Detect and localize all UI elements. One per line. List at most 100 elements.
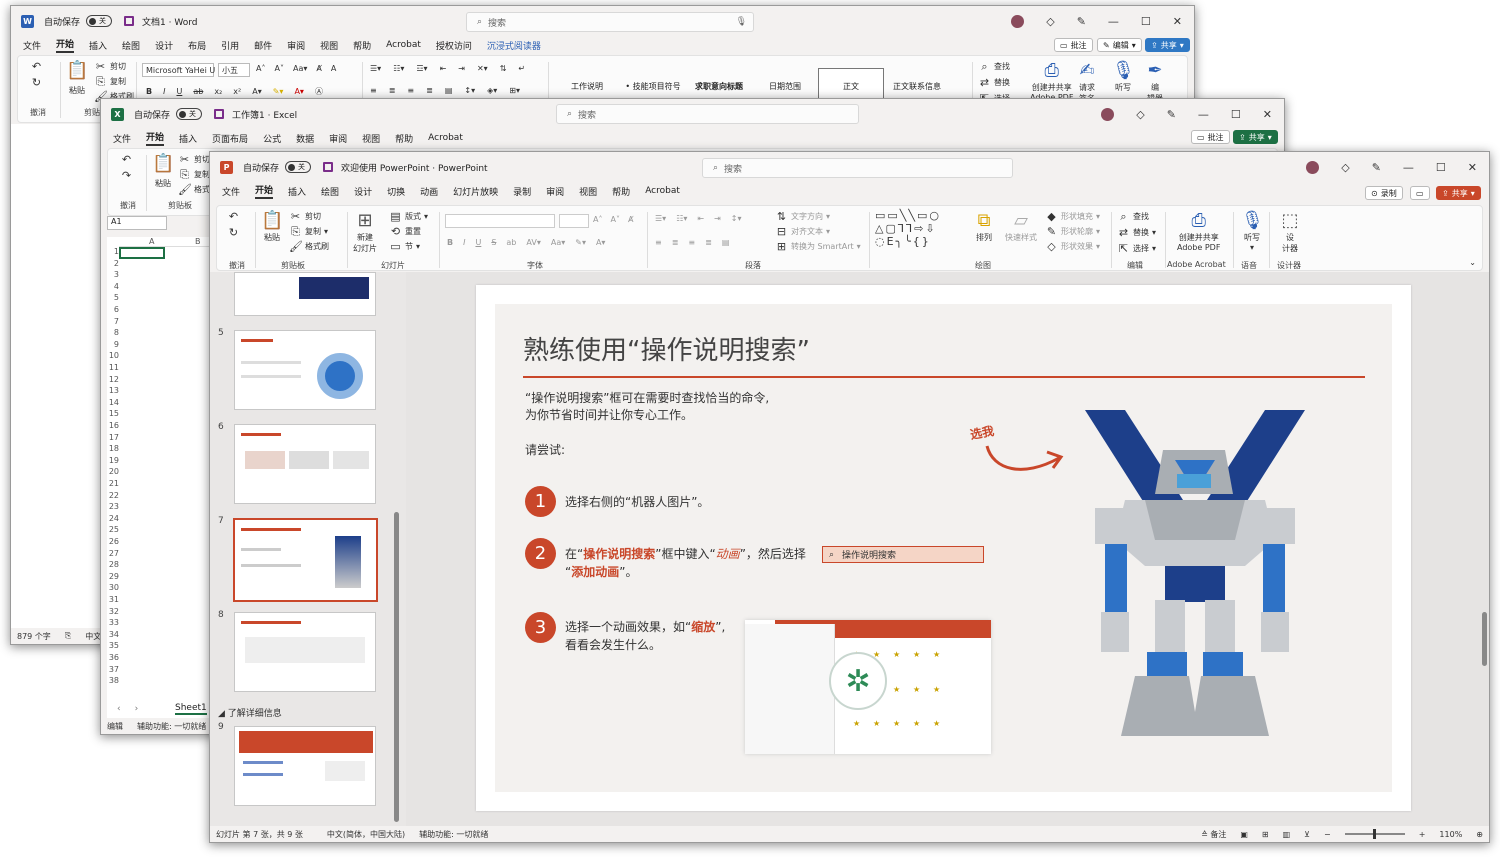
copy-button[interactable]: ⎘ 复制 — [178, 168, 210, 181]
minimize-icon[interactable]: — — [1108, 15, 1119, 28]
slide-title[interactable]: 熟练使用“操作说明搜索” — [523, 330, 810, 367]
align-tools[interactable]: ≡ ≣ ≡ ≣ ▤ — [655, 238, 729, 247]
microphone-icon[interactable]: 🎙 — [736, 17, 747, 27]
row-header-19[interactable]: 19 — [107, 456, 119, 465]
notes-button[interactable]: ≙ 备注 — [1201, 829, 1226, 840]
list-tools[interactable]: ☰▾ ☷▾ ⇤ ⇥ ↕▾ — [655, 214, 742, 223]
tab-word-5[interactable]: 布局 — [188, 39, 206, 52]
section-button[interactable]: ▭ 节 ▾ — [389, 240, 420, 253]
row-header-13[interactable]: 13 — [107, 386, 119, 395]
tab-word-6[interactable]: 引用 — [221, 39, 239, 52]
row-header-2[interactable]: 2 — [107, 259, 119, 268]
minimize-icon[interactable]: — — [1198, 108, 1209, 121]
diamond-icon[interactable]: ◇ — [1341, 161, 1349, 174]
font-size-select[interactable]: 小五 — [218, 63, 250, 77]
row-header-37[interactable]: 37 — [107, 665, 119, 674]
diamond-icon[interactable]: ◇ — [1046, 15, 1054, 28]
step-3-line1[interactable]: 选择一个动画效果，如“缩放”, — [565, 617, 725, 637]
find-button[interactable]: ⌕ 查找 — [1117, 210, 1149, 223]
avatar[interactable] — [1306, 160, 1320, 174]
row-header-6[interactable]: 6 — [107, 305, 119, 314]
row-header-1[interactable]: 1 — [107, 247, 119, 256]
row-header-31[interactable]: 31 — [107, 595, 119, 604]
language-status[interactable]: 中文(简体，中国大陆) — [327, 829, 405, 840]
font-name-select[interactable] — [445, 214, 555, 228]
row-header-22[interactable]: 22 — [107, 491, 119, 500]
row-header-9[interactable]: 9 — [107, 340, 119, 349]
tab-excel-6[interactable]: 审阅 — [329, 132, 347, 145]
redo-icon[interactable]: ↷ — [120, 169, 133, 182]
ppt-autosave-toggle[interactable]: 关 — [285, 161, 312, 173]
row-header-12[interactable]: 12 — [107, 375, 119, 384]
restore-icon[interactable]: ☐ — [1231, 108, 1241, 121]
tab-excel-1[interactable]: 开始 — [146, 130, 165, 146]
row-header-34[interactable]: 34 — [107, 630, 119, 639]
row-header-8[interactable]: 8 — [107, 328, 119, 337]
reset-button[interactable]: ⟲ 重置 — [389, 225, 421, 238]
font-format-tools[interactable]: B I Uab x₂ x² A▾ ✎▾ A▾ Ⓐ — [146, 86, 323, 97]
smartart-button[interactable]: ⊞ 转换为 SmartArt ▾ — [775, 240, 861, 253]
pen-icon[interactable]: ✎ — [1372, 161, 1381, 174]
row-header-10[interactable]: 10 — [107, 351, 119, 360]
accessibility-status[interactable]: 辅助功能: 一切就绪 — [137, 721, 206, 732]
row-header-28[interactable]: 28 — [107, 560, 119, 569]
row-header-25[interactable]: 25 — [107, 525, 119, 534]
zoom-out-icon[interactable]: − — [1324, 830, 1331, 839]
undo-icon[interactable]: ↶ — [227, 210, 240, 223]
restore-icon[interactable]: ☐ — [1436, 161, 1446, 174]
slide-thumbnail-5[interactable] — [234, 330, 376, 410]
tab-word-2[interactable]: 插入 — [89, 39, 107, 52]
selected-cell[interactable] — [119, 247, 165, 259]
cut-button[interactable]: ✂ 剪切 — [178, 153, 210, 166]
row-header-26[interactable]: 26 — [107, 537, 119, 546]
record-button[interactable]: ⊙ 录制 — [1365, 186, 1403, 200]
restore-icon[interactable]: ☐ — [1141, 15, 1151, 28]
slide-thumbnail-pane[interactable]: 5 6 7 8 ◢ 了解详细信息 9 — [210, 272, 406, 826]
avatar[interactable] — [1011, 14, 1025, 28]
excel-share-button[interactable]: ⇪ 共享 ▾ — [1233, 130, 1278, 144]
slide-thumbnail-9[interactable] — [234, 726, 376, 806]
row-header-38[interactable]: 38 — [107, 676, 119, 685]
tab-ppt-6[interactable]: 动画 — [420, 185, 438, 198]
tab-ppt-3[interactable]: 绘图 — [321, 185, 339, 198]
row-header-7[interactable]: 7 — [107, 317, 119, 326]
row-header-27[interactable]: 27 — [107, 549, 119, 558]
format-painter-button[interactable]: 🖌 格式刷 — [289, 240, 329, 253]
tab-word-13[interactable]: 沉浸式阅读器 — [487, 39, 541, 52]
tab-ppt-5[interactable]: 切换 — [387, 185, 405, 198]
tab-ppt-0[interactable]: 文件 — [222, 185, 240, 198]
adobe-create-pdf-button[interactable]: ⎙创建并共享Adobe PDF — [1177, 210, 1220, 252]
cut-button[interactable]: ✂ 剪切 — [94, 60, 126, 73]
paragraph-tools-1[interactable]: ☰▾ ☷▾ ☲▾ ⇤ ⇥ ✕▾ ⇅ ↵ — [370, 64, 525, 73]
excel-search-box[interactable]: ⌕ 搜索 — [556, 104, 859, 124]
copy-button[interactable]: ⎘ 复制 ▾ — [289, 225, 328, 238]
paste-button[interactable]: 📋 粘贴 — [66, 60, 88, 96]
font-grow-tools[interactable]: A˄ A˅ Ⱥ — [593, 215, 633, 224]
row-header-18[interactable]: 18 — [107, 444, 119, 453]
ppt-share-button[interactable]: ⇪ 共享 ▾ — [1436, 186, 1481, 200]
slide-thumbnail-4[interactable] — [234, 272, 376, 316]
column-header-b[interactable]: B — [195, 237, 201, 246]
word-search-box[interactable]: ⌕ 搜索 🎙 — [466, 12, 754, 32]
tab-word-7[interactable]: 邮件 — [254, 39, 272, 52]
tab-excel-4[interactable]: 公式 — [263, 132, 281, 145]
select-button[interactable]: ⇱ 选择 ▾ — [1117, 242, 1156, 255]
undo-icon[interactable]: ↶ — [120, 153, 133, 166]
arrange-button[interactable]: ⧉ 排列 — [973, 210, 995, 243]
shape-fill-button[interactable]: ◆ 形状填充 ▾ — [1045, 210, 1100, 223]
sheet-tab[interactable]: Sheet1 — [175, 703, 207, 715]
replace-button[interactable]: ⇄ 替换 — [978, 76, 1010, 89]
tab-excel-7[interactable]: 视图 — [362, 132, 380, 145]
zoom-in-icon[interactable]: + — [1419, 830, 1426, 839]
tab-word-8[interactable]: 审阅 — [287, 39, 305, 52]
tab-excel-0[interactable]: 文件 — [113, 132, 131, 145]
close-icon[interactable]: ✕ — [1468, 161, 1477, 174]
zoom-level[interactable]: 110% — [1439, 830, 1462, 839]
tab-ppt-9[interactable]: 审阅 — [546, 185, 564, 198]
text-direction-button[interactable]: ⇅ 文字方向 ▾ — [775, 210, 830, 223]
tab-word-4[interactable]: 设计 — [155, 39, 173, 52]
word-count[interactable]: 879 个字 — [17, 631, 51, 642]
row-header-36[interactable]: 36 — [107, 653, 119, 662]
row-header-20[interactable]: 20 — [107, 467, 119, 476]
undo-icon[interactable]: ↶ — [30, 60, 43, 73]
